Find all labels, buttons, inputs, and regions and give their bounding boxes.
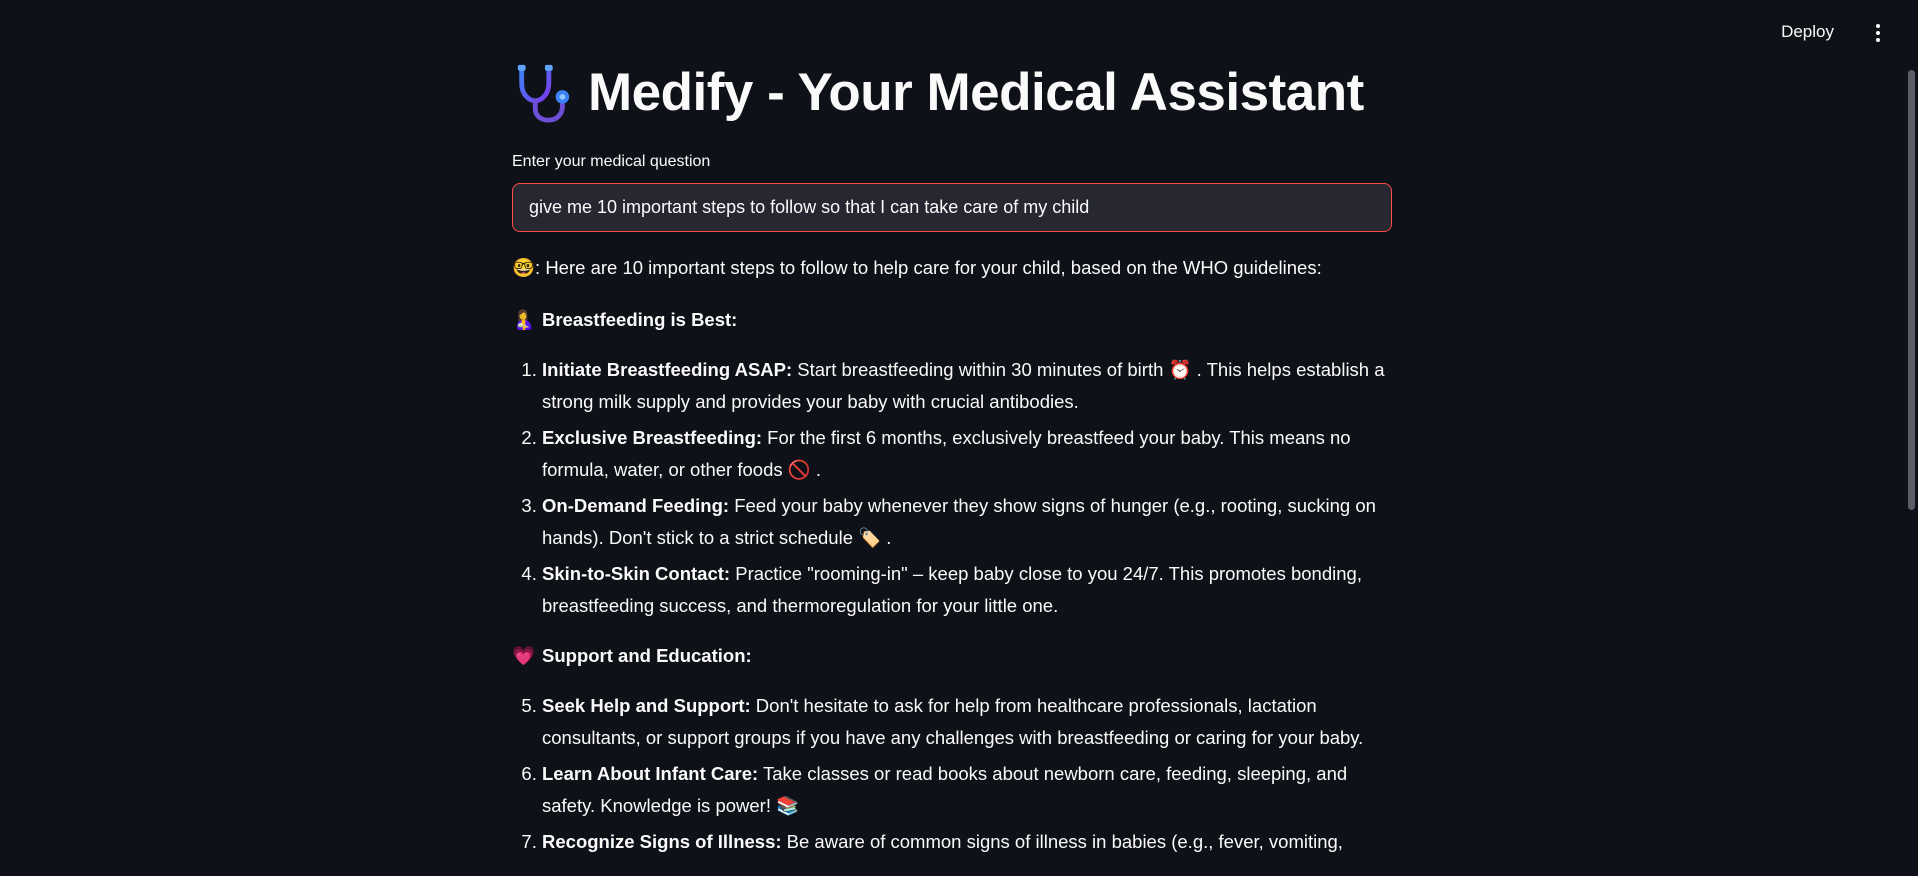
- list-item-text: Be aware of common signs of illness in b…: [781, 831, 1343, 852]
- section-icon: 🤱: [512, 309, 536, 330]
- section-heading-text: Support and Education:: [542, 645, 752, 666]
- question-label: Enter your medical question: [512, 153, 711, 170]
- list-item-title: Seek Help and Support:: [542, 695, 751, 716]
- list-item-title: Initiate Breastfeeding ASAP:: [542, 359, 793, 380]
- list-item: Skin-to-Skin Contact: Practice "rooming-…: [542, 558, 1396, 622]
- stethoscope-icon: [517, 64, 570, 123]
- nerd-face-icon: 🤓: [512, 257, 536, 278]
- deploy-button[interactable]: Deploy: [1781, 22, 1834, 42]
- vertical-ellipsis-icon[interactable]: [1870, 20, 1886, 46]
- question-input[interactable]: [512, 183, 1392, 232]
- list-item: Recognize Signs of Illness: Be aware of …: [542, 826, 1396, 858]
- list-item-title: Skin-to-Skin Contact:: [542, 563, 731, 584]
- steps-list: Initiate Breastfeeding ASAP: Start breas…: [512, 354, 1396, 622]
- page-title-row: Medify - Your Medical Assistant: [512, 62, 1364, 124]
- section-heading-text: Breastfeeding is Best:: [542, 309, 738, 330]
- list-item: Exclusive Breastfeeding: For the first 6…: [542, 422, 1396, 486]
- list-item-title: Recognize Signs of Illness:: [542, 831, 782, 852]
- list-item: On-Demand Feeding: Feed your baby whenev…: [542, 490, 1396, 554]
- response-sections: 🤱 Breastfeeding is Best: Initiate Breastfe…: [512, 304, 1396, 858]
- list-item-title: Exclusive Breastfeeding:: [542, 427, 763, 448]
- section-heading: 🤱 Breastfeeding is Best:: [512, 304, 1396, 336]
- list-item: Learn About Infant Care: Take classes or…: [542, 758, 1396, 822]
- page-scrollbar[interactable]: [1908, 70, 1915, 510]
- app-header: Deploy: [0, 0, 1918, 60]
- section-heading: 💗 Support and Education:: [512, 640, 1396, 672]
- steps-list: Seek Help and Support: Don't hesitate to…: [512, 690, 1396, 858]
- list-item-title: On-Demand Feeding:: [542, 495, 730, 516]
- list-item-title: Learn About Infant Care:: [542, 763, 759, 784]
- list-item: Seek Help and Support: Don't hesitate to…: [542, 690, 1396, 754]
- section-icon: 💗: [512, 645, 536, 666]
- page-title: Medify - Your Medical Assistant: [588, 63, 1364, 122]
- assistant-response: 🤓: Here are 10 important steps to follow…: [512, 252, 1396, 876]
- list-item: Initiate Breastfeeding ASAP: Start breas…: [542, 354, 1396, 418]
- response-intro: 🤓: Here are 10 important steps to follow…: [512, 257, 1322, 278]
